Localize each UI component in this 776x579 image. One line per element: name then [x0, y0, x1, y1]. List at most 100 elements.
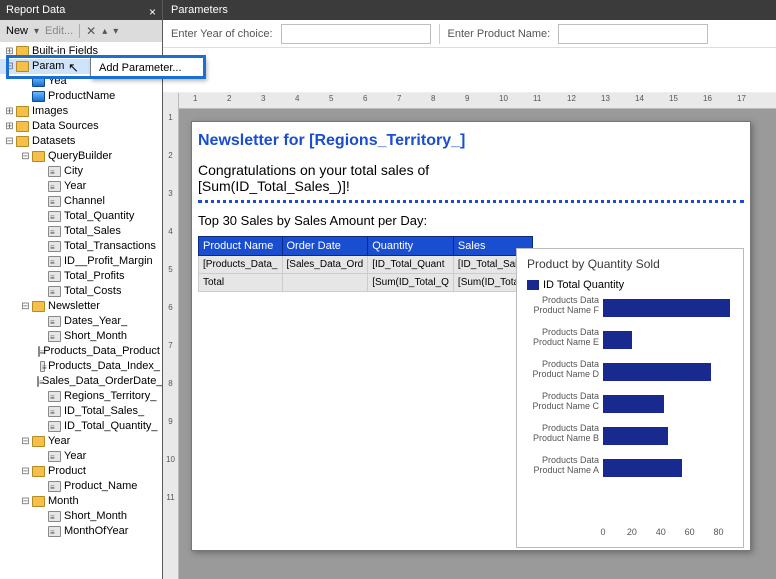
- expand-icon[interactable]: ⊞: [4, 104, 15, 119]
- tree-node[interactable]: MonthOfYear: [0, 524, 162, 539]
- tree-node[interactable]: Products_Data_Product: [0, 344, 162, 359]
- param1-label: Enter Year of choice:: [171, 28, 273, 40]
- context-menu[interactable]: Add Parameter...: [90, 57, 205, 79]
- param2-label: Enter Product Name:: [448, 28, 551, 40]
- folder-icon: [32, 436, 45, 447]
- new-dropdown-icon[interactable]: ▾: [34, 26, 39, 37]
- ruler-tick: 3: [163, 189, 178, 198]
- fieldset-icon: [48, 526, 61, 537]
- table-cell[interactable]: [ID_Total_Quant: [368, 256, 454, 274]
- table-cell[interactable]: Total: [199, 274, 283, 292]
- congrats-line1[interactable]: Congratulations on your total sales of: [198, 162, 744, 178]
- close-icon[interactable]: ×: [149, 2, 156, 22]
- table-cell[interactable]: [Sum(ID_Total_Q: [368, 274, 454, 292]
- tree-node[interactable]: ProductName: [0, 89, 162, 104]
- ruler-tick: 8: [163, 379, 178, 388]
- tree-label: City: [64, 164, 83, 179]
- param1-input[interactable]: [281, 24, 431, 44]
- ruler-tick: 11: [163, 493, 178, 502]
- report-data-tree[interactable]: ⊞Built-in Fields⊟Param Yea ProductName⊞I…: [0, 42, 162, 579]
- folder-icon: [32, 496, 45, 507]
- expand-icon[interactable]: ⊞: [4, 119, 15, 134]
- ruler-tick: 7: [163, 341, 178, 350]
- ruler-tick: 6: [163, 303, 178, 312]
- tree-node[interactable]: Short_Month: [0, 509, 162, 524]
- canvas-area[interactable]: Newsletter for [Regions_Territory_] Cong…: [179, 109, 776, 579]
- table-header[interactable]: Quantity: [368, 237, 454, 256]
- fieldset-icon: [48, 481, 61, 492]
- collapse-icon[interactable]: ⊟: [20, 494, 31, 509]
- tree-node[interactable]: ID_Total_Sales_: [0, 404, 162, 419]
- bar-fill: [603, 459, 682, 477]
- sales-table[interactable]: Product NameOrder DateQuantitySales [Pro…: [198, 236, 533, 292]
- fieldset-icon: [48, 511, 61, 522]
- chart[interactable]: Product by Quantity Sold ID Total Quanti…: [516, 248, 744, 548]
- ruler-tick: 4: [163, 227, 178, 236]
- tree-node[interactable]: Short_Month: [0, 329, 162, 344]
- tree-node[interactable]: ⊟Newsletter: [0, 299, 162, 314]
- tree-node[interactable]: Year: [0, 179, 162, 194]
- tree-node[interactable]: ID_Total_Quantity_: [0, 419, 162, 434]
- collapse-icon[interactable]: ⊟: [20, 299, 31, 314]
- tree-label: Total_Costs: [64, 284, 121, 299]
- fieldset-icon: [48, 241, 61, 252]
- move-down-icon[interactable]: ▾: [113, 26, 118, 37]
- chart-bars: Products DataProduct Name F Products Data…: [603, 299, 733, 499]
- tree-node[interactable]: Total_Costs: [0, 284, 162, 299]
- bar-row: Products DataProduct Name F: [603, 299, 733, 321]
- subheading[interactable]: Top 30 Sales by Sales Amount per Day:: [198, 209, 744, 232]
- table-header[interactable]: Product Name: [199, 237, 283, 256]
- collapse-icon[interactable]: ⊟: [20, 464, 31, 479]
- table-cell[interactable]: [282, 274, 368, 292]
- new-button[interactable]: New: [6, 25, 28, 37]
- collapse-icon[interactable]: ⊟: [4, 59, 15, 74]
- param-separator: [439, 24, 440, 44]
- fieldset-icon: [48, 196, 61, 207]
- report-title[interactable]: Newsletter for [Regions_Territory_]: [192, 122, 750, 162]
- fieldset-icon: [48, 286, 61, 297]
- tree-node[interactable]: ⊟Year: [0, 434, 162, 449]
- tree-node[interactable]: City: [0, 164, 162, 179]
- tree-node[interactable]: Year: [0, 449, 162, 464]
- add-parameter-menu-item[interactable]: Add Parameter...: [91, 58, 204, 78]
- report-page[interactable]: Newsletter for [Regions_Territory_] Cong…: [191, 121, 751, 551]
- bar-fill: [603, 363, 711, 381]
- tree-node[interactable]: Products_Data_Index_: [0, 359, 162, 374]
- tree-node[interactable]: Sales_Data_OrderDate_: [0, 374, 162, 389]
- table-cell[interactable]: [Products_Data_: [199, 256, 283, 274]
- param2-input[interactable]: [558, 24, 708, 44]
- tree-node[interactable]: ⊟Datasets: [0, 134, 162, 149]
- tree-node[interactable]: Product_Name: [0, 479, 162, 494]
- congrats-line2[interactable]: [Sum(ID_Total_Sales_)]!: [198, 178, 744, 194]
- edit-button[interactable]: Edit...: [45, 25, 73, 37]
- chart-axis: 020406080: [603, 527, 733, 541]
- tree-node[interactable]: Total_Quantity: [0, 209, 162, 224]
- tree-node[interactable]: ID__Profit_Margin: [0, 254, 162, 269]
- tree-node[interactable]: ⊟Month: [0, 494, 162, 509]
- tree-node[interactable]: Dates_Year_: [0, 314, 162, 329]
- bar-row: Products DataProduct Name A: [603, 459, 733, 481]
- tree-node[interactable]: ⊞Images: [0, 104, 162, 119]
- delete-icon[interactable]: ✕: [86, 24, 96, 38]
- tree-node[interactable]: ⊟QueryBuilder: [0, 149, 162, 164]
- horizontal-ruler: 1234567891011121314151617: [179, 93, 776, 109]
- tree-label: MonthOfYear: [64, 524, 128, 539]
- tree-label: Built-in Fields: [32, 44, 98, 59]
- tree-node[interactable]: Regions_Territory_: [0, 389, 162, 404]
- tree-node[interactable]: Total_Profits: [0, 269, 162, 284]
- tree-node[interactable]: Total_Sales: [0, 224, 162, 239]
- tree-node[interactable]: Total_Transactions: [0, 239, 162, 254]
- move-up-icon[interactable]: ▴: [102, 26, 107, 37]
- ruler-tick: 7: [397, 94, 401, 103]
- expand-icon[interactable]: ⊞: [4, 44, 15, 59]
- collapse-icon[interactable]: ⊟: [20, 149, 31, 164]
- tree-node[interactable]: ⊞Data Sources: [0, 119, 162, 134]
- tree-node[interactable]: Channel: [0, 194, 162, 209]
- tree-node[interactable]: ⊟Product: [0, 464, 162, 479]
- table-header[interactable]: Order Date: [282, 237, 368, 256]
- table-cell[interactable]: [Sales_Data_Ord: [282, 256, 368, 274]
- collapse-icon[interactable]: ⊟: [4, 134, 15, 149]
- report-data-toolbar: New ▾ Edit... ✕ ▴ ▾: [0, 20, 162, 42]
- collapse-icon[interactable]: ⊟: [20, 434, 31, 449]
- folder-icon: [16, 61, 29, 72]
